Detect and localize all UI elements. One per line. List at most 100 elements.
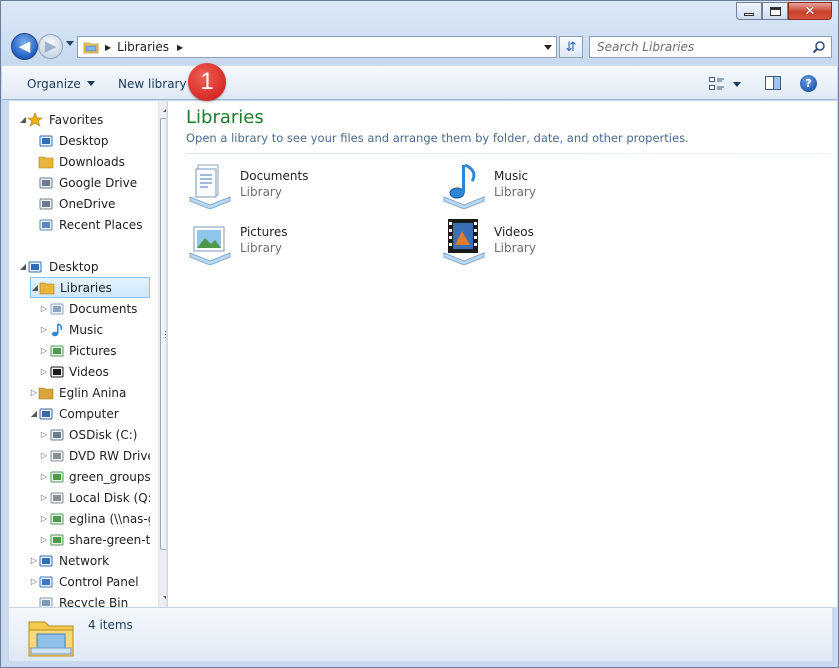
back-button[interactable]: ◀ <box>11 33 38 60</box>
recent-pages-dropdown[interactable] <box>66 41 74 46</box>
nav-item-label: Pictures <box>69 343 117 358</box>
library-type: Library <box>494 185 536 199</box>
new-library-button[interactable]: New library <box>118 77 187 91</box>
navigation-scrollbar[interactable] <box>158 101 166 607</box>
nav-item-recycle-bin[interactable]: Recycle Bin <box>9 592 150 607</box>
nav-item-eglina-nas-g[interactable]: ▷ eglina (\\nas-g <box>9 508 150 529</box>
nav-item-documents[interactable]: ▷ Documents <box>9 298 150 319</box>
expand-icon[interactable]: ▷ <box>39 493 49 502</box>
nav-item-eglin-anina[interactable]: ▷ Eglin Anina <box>9 382 150 403</box>
nav-item-dvd-rw-drive[interactable]: ▷ DVD RW Drive ( <box>9 445 150 466</box>
search-icon[interactable] <box>812 40 826 54</box>
nav-item-label: OSDisk (C:) <box>69 427 138 442</box>
nav-item-share-green-te[interactable]: ▷ share-green-te <box>9 529 150 550</box>
caption-buttons: ✕ <box>736 2 832 20</box>
dvd-drive-icon <box>49 448 65 464</box>
network-drive-icon <box>49 511 65 527</box>
disk-drive-icon <box>49 490 65 506</box>
scrollbar-grip-icon <box>165 331 166 338</box>
nav-item-label: Network <box>59 553 110 568</box>
organize-menu[interactable]: Organize <box>27 77 95 91</box>
maximize-button[interactable] <box>762 2 788 20</box>
breadcrumb-separator-icon[interactable]: ▶ <box>105 43 111 52</box>
back-arrow-icon: ◀ <box>18 37 31 55</box>
nav-item-onedrive[interactable]: OneDrive <box>9 193 150 214</box>
library-name: Documents <box>240 169 309 183</box>
scrollbar-thumb[interactable] <box>160 118 166 550</box>
nav-item-downloads[interactable]: Downloads <box>9 151 150 172</box>
address-history-dropdown[interactable] <box>544 45 552 50</box>
nav-item-desktop[interactable]: ◢ Desktop <box>9 256 150 277</box>
minimize-button[interactable] <box>736 2 762 20</box>
search-input[interactable] <box>597 37 807 57</box>
expand-icon[interactable]: ▷ <box>39 430 49 439</box>
expand-icon[interactable]: ▷ <box>39 367 49 376</box>
nav-item-computer[interactable]: ◢ Computer <box>9 403 150 424</box>
minimize-icon <box>744 12 754 16</box>
breadcrumb-chevron-icon[interactable]: ▶ <box>177 43 183 52</box>
nav-item-label: Eglin Anina <box>59 385 127 400</box>
nav-item-label: Desktop <box>49 259 99 274</box>
user-folder-icon <box>38 385 54 401</box>
annotation-badge: 1 <box>188 63 226 101</box>
nav-item-local-disk-q[interactable]: ▷ Local Disk (Q:) <box>9 487 150 508</box>
library-name: Music <box>494 169 529 183</box>
nav-item-label: Computer <box>59 406 119 421</box>
expand-icon[interactable]: ▷ <box>39 535 49 544</box>
nav-item-google-drive[interactable]: Google Drive <box>9 172 150 193</box>
windows-drive-icon <box>49 427 65 443</box>
expand-icon[interactable]: ▷ <box>39 451 49 460</box>
library-music[interactable]: Music Library <box>440 161 660 211</box>
libraries-folder-icon <box>39 280 55 296</box>
library-pictures[interactable]: Pictures Library <box>186 217 406 267</box>
drive-icon <box>38 196 54 212</box>
command-bar: Organize New library ? <box>2 66 837 100</box>
close-icon: ✕ <box>804 3 816 19</box>
nav-item-label: OneDrive <box>59 196 116 211</box>
close-button[interactable]: ✕ <box>788 2 832 20</box>
nav-item-desktop[interactable]: Desktop <box>9 130 150 151</box>
library-type: Library <box>494 241 536 255</box>
forward-button[interactable]: ▶ <box>38 34 63 59</box>
expand-icon[interactable]: ▷ <box>39 304 49 313</box>
nav-item-recent-places[interactable]: Recent Places <box>9 214 150 235</box>
nav-item-control-panel[interactable]: ▷ Control Panel <box>9 571 150 592</box>
address-bar[interactable]: ▶ Libraries ▶ <box>77 36 557 58</box>
navigation-bar: ◀ ▶ ▶ Libraries ▶ ⇵ <box>10 31 832 61</box>
expand-icon[interactable]: ▷ <box>39 346 49 355</box>
expand-icon[interactable]: ▷ <box>39 514 49 523</box>
preview-pane-button[interactable] <box>765 76 781 90</box>
downloads-folder-icon <box>38 154 54 170</box>
nav-item-label: DVD RW Drive ( <box>69 448 150 463</box>
expand-icon[interactable]: ▷ <box>39 325 49 334</box>
content-area: Libraries Open a library to see your fil… <box>168 101 837 607</box>
refresh-button[interactable]: ⇵ <box>559 36 583 58</box>
change-view-button[interactable] <box>709 76 745 92</box>
documents-library-icon <box>189 164 231 209</box>
library-type: Library <box>240 185 282 199</box>
library-videos[interactable]: Videos Library <box>440 217 660 267</box>
nav-item-music[interactable]: ▷ Music <box>9 319 150 340</box>
breadcrumb-libraries[interactable]: Libraries <box>117 40 169 54</box>
picture-icon <box>49 343 65 359</box>
nav-item-videos[interactable]: ▷ Videos <box>9 361 150 382</box>
nav-item-osdisk-c[interactable]: ▷ OSDisk (C:) <box>9 424 150 445</box>
document-icon <box>49 301 65 317</box>
scroll-down-icon[interactable] <box>163 596 166 600</box>
nav-item-label: Favorites <box>49 112 104 127</box>
nav-item-favorites[interactable]: ◢ Favorites <box>9 109 150 130</box>
nav-item-green-groups-i[interactable]: ▷ green_groups_i <box>9 466 150 487</box>
music-note-icon <box>49 322 65 338</box>
library-documents[interactable]: Documents Library <box>186 161 406 211</box>
nav-item-label: Downloads <box>59 154 125 169</box>
nav-item-libraries[interactable]: ◢ Libraries <box>30 277 150 298</box>
desktop-icon <box>38 133 54 149</box>
chevron-down-icon <box>86 81 95 86</box>
nav-item-label: Recycle Bin <box>59 595 129 608</box>
nav-item-pictures[interactable]: ▷ Pictures <box>9 340 150 361</box>
recent-places-icon <box>38 217 54 233</box>
help-button[interactable]: ? <box>800 75 817 92</box>
nav-item-network[interactable]: ▷ Network <box>9 550 150 571</box>
scroll-up-icon[interactable] <box>163 108 166 112</box>
expand-icon[interactable]: ▷ <box>39 472 49 481</box>
